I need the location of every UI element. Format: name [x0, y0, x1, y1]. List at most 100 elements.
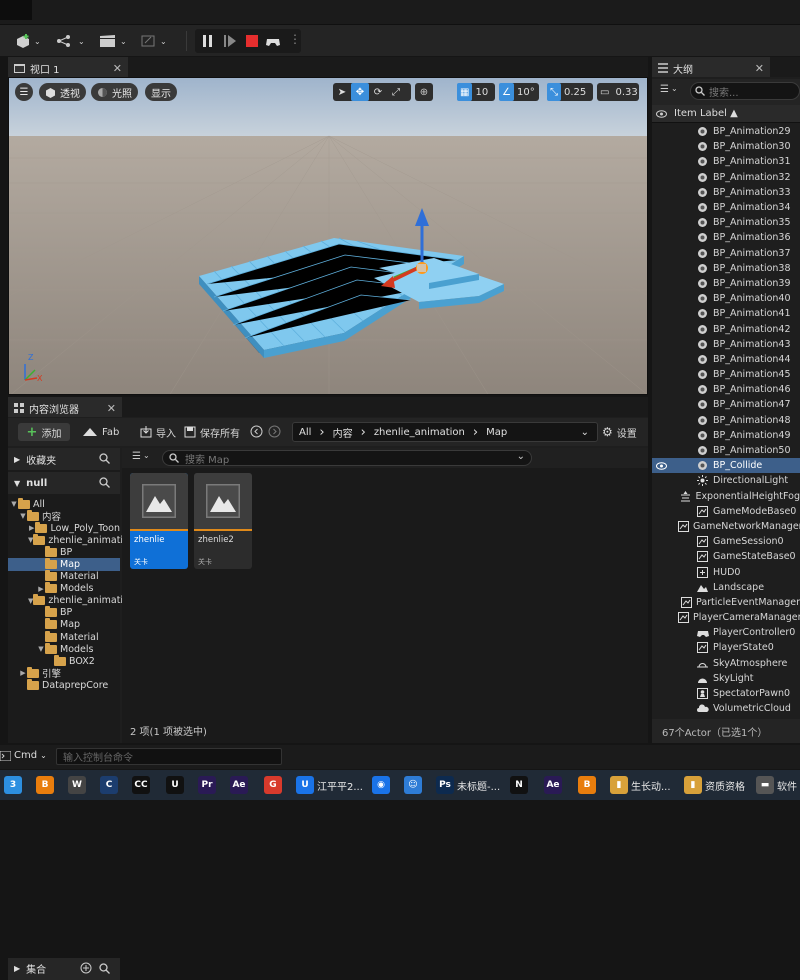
outliner-column-header[interactable]: Item Label ▲	[652, 105, 800, 123]
taskbar-app[interactable]: B	[36, 775, 54, 795]
outliner-row[interactable]: BP_Animation31	[652, 154, 800, 169]
show-button[interactable]: 显示	[145, 83, 177, 101]
folder-tree-item[interactable]: DataprepCore	[8, 678, 120, 691]
add-collection-icon[interactable]	[80, 962, 92, 974]
outliner-row[interactable]: BP_Animation39	[652, 276, 800, 291]
outliner-row[interactable]: BP_Animation32	[652, 170, 800, 185]
outliner-row[interactable]: SkyAtmosphere	[652, 656, 800, 671]
taskbar-app[interactable]: Ae	[230, 775, 248, 795]
cmd-button[interactable]: Cmd ⌄	[0, 750, 47, 761]
outliner-row[interactable]: HUD0	[652, 564, 800, 579]
platforms-button[interactable]: ⌄	[140, 30, 167, 52]
folder-tree-item[interactable]: BP	[8, 545, 120, 558]
outliner-row[interactable]: BP_Animation49	[652, 428, 800, 443]
taskbar-app[interactable]: ▬ 软件	[756, 775, 797, 795]
outliner-row[interactable]: BP_Animation37	[652, 246, 800, 261]
modeling-mode-button[interactable]: ⌄	[56, 30, 85, 52]
tab-outliner[interactable]: 大纲 ✕	[652, 57, 770, 77]
outliner-row[interactable]: BP_Animation44	[652, 352, 800, 367]
chevron-down-icon[interactable]: ▼	[19, 512, 27, 520]
move-tool[interactable]: ✥	[351, 83, 369, 101]
folder-tree-item[interactable]: Material	[8, 570, 120, 583]
pause-icon[interactable]	[201, 34, 215, 48]
outliner-row[interactable]: VolumetricCloud	[652, 701, 800, 716]
grid-snap[interactable]: ▦ 10	[457, 83, 495, 101]
outliner-row[interactable]: BP_Animation40	[652, 291, 800, 306]
folder-tree-item[interactable]: ▶ 引擎	[8, 666, 120, 680]
folder-tree-item[interactable]: ▼ All	[8, 497, 120, 510]
taskbar-app[interactable]: ☺	[404, 775, 422, 795]
breadcrumb[interactable]: All › 内容 › zhenlie_animation › Map ⌄	[292, 422, 598, 442]
folder-tree-item[interactable]: BP	[8, 606, 120, 619]
collections-section[interactable]: ▶ 集合	[8, 957, 120, 980]
outliner-row[interactable]: BP_Animation47	[652, 397, 800, 412]
folder-tree-item[interactable]: ▼ 内容	[8, 509, 120, 523]
outliner-row[interactable]: GameSession0	[652, 534, 800, 549]
outliner-row[interactable]: GameNetworkManager0	[652, 519, 800, 534]
chevron-right-icon[interactable]: ▶	[28, 524, 35, 532]
outliner-row[interactable]: PlayerController0	[652, 625, 800, 640]
folder-tree-item[interactable]: Material	[8, 630, 120, 643]
outliner-row[interactable]: BP_Animation38	[652, 261, 800, 276]
outliner-filter-button[interactable]: ☰ ⌄	[660, 84, 678, 95]
taskbar-app[interactable]: Ps 未标题-...	[436, 775, 500, 795]
outliner-row[interactable]: BP_Animation30	[652, 139, 800, 154]
taskbar-app[interactable]: CC	[132, 775, 150, 795]
tab-content-browser[interactable]: 内容浏览器 ✕	[8, 397, 122, 417]
outliner-row[interactable]: PlayerCameraManager0	[652, 610, 800, 625]
more-options-icon[interactable]: ⋮	[289, 32, 301, 46]
settings-button[interactable]: ⚙ 设置	[602, 423, 637, 441]
taskbar-app[interactable]: W	[68, 775, 86, 795]
visibility-icon[interactable]	[652, 461, 670, 470]
folder-tree-item[interactable]: ▼ Models	[8, 642, 120, 655]
chevron-down-icon[interactable]: ▼	[10, 500, 18, 508]
outliner-search-input[interactable]: 搜索...	[690, 82, 800, 100]
outliner-row[interactable]: BP_Collide	[652, 458, 800, 474]
lighting-button[interactable]: 光照	[91, 83, 138, 101]
asset-tile[interactable]: zhenlie 关卡	[130, 473, 188, 569]
folder-tree-item[interactable]: ▶ Low_Poly_Toon	[8, 521, 120, 534]
world-local-button[interactable]: ⊕	[415, 83, 433, 101]
outliner-row[interactable]: GameModeBase0	[652, 504, 800, 519]
folder-tree-item[interactable]: Map	[8, 618, 120, 631]
outliner-row[interactable]: BP_Animation33	[652, 185, 800, 200]
eject-gamepad-icon[interactable]	[265, 34, 281, 48]
chevron-down-icon[interactable]: ⌄	[581, 427, 589, 438]
close-icon[interactable]: ✕	[755, 62, 764, 75]
outliner-row[interactable]: BP_Animation48	[652, 413, 800, 428]
forward-icon[interactable]	[268, 425, 281, 438]
outliner-row[interactable]: ParticleEventManager	[652, 595, 800, 610]
asset-filter-button[interactable]: ☰ ⌄	[132, 451, 150, 462]
outliner-row[interactable]: BP_Animation46	[652, 382, 800, 397]
search-icon[interactable]	[99, 962, 110, 974]
outliner-row[interactable]: BP_Animation41	[652, 306, 800, 321]
chevron-right-icon[interactable]: ▶	[19, 669, 27, 677]
console-input[interactable]: 输入控制台命令	[56, 748, 282, 765]
close-icon[interactable]: ✕	[113, 62, 122, 75]
breadcrumb-item[interactable]: All	[299, 427, 311, 438]
perspective-button[interactable]: 透视	[39, 83, 86, 101]
folder-tree-item[interactable]: Map	[8, 558, 120, 571]
outliner-row[interactable]: ExponentialHeightFog	[652, 489, 800, 504]
taskbar-app[interactable]: B	[578, 775, 596, 795]
taskbar-app[interactable]: G	[264, 775, 282, 795]
taskbar-app[interactable]: ▮ 资质资格	[684, 775, 745, 795]
close-icon[interactable]: ✕	[107, 402, 116, 415]
scale-snap[interactable]: ⤡ 0.25	[547, 83, 593, 101]
folder-tree-item[interactable]: ▶ Models	[8, 582, 120, 595]
add-button[interactable]: + 添加	[18, 423, 70, 441]
fab-button[interactable]: Fab	[82, 423, 119, 441]
camera-speed[interactable]: ▭ 0.33	[597, 83, 639, 101]
taskbar-app[interactable]: C	[100, 775, 118, 795]
outliner-row[interactable]: BP_Animation45	[652, 367, 800, 382]
outliner-row[interactable]: BP_Animation36	[652, 230, 800, 245]
outliner-row[interactable]: BP_Animation43	[652, 337, 800, 352]
step-forward-icon[interactable]	[223, 34, 237, 48]
rotation-snap[interactable]: ∠ 10°	[499, 83, 539, 101]
asset-search-input[interactable]: 搜索 Map ⌄	[162, 450, 532, 466]
outliner-row[interactable]: PlayerState0	[652, 640, 800, 655]
taskbar-app[interactable]: U 江平平2...	[296, 775, 363, 795]
chevron-down-icon[interactable]: ▼	[37, 645, 45, 653]
asset-tile[interactable]: zhenlie2 关卡	[194, 473, 252, 569]
outliner-row[interactable]: Landscape	[652, 580, 800, 595]
